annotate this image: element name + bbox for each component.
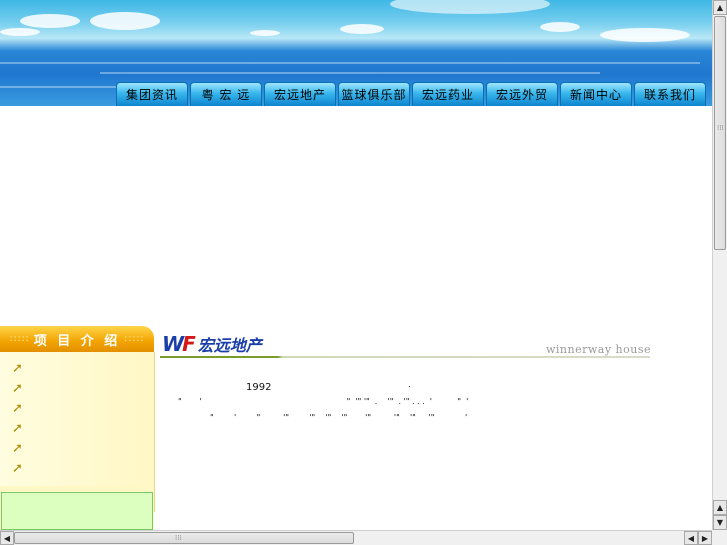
cloud-decoration	[250, 30, 280, 36]
sidebar-title-text: 项 目 介 绍	[33, 333, 121, 349]
scroll-left-icon[interactable]: ◀	[684, 531, 698, 545]
nav-item-real-estate[interactable]: 宏远地产	[264, 82, 336, 106]
section-subtitle: winnerway house	[546, 343, 652, 356]
horizontal-scroll-thumb[interactable]: ⁞⁞⁞	[14, 532, 354, 544]
nav-item-news-center[interactable]: 新闻中心	[560, 82, 632, 106]
nav-item-basketball-club[interactable]: 篮球俱乐部	[338, 82, 410, 106]
scroll-up-icon[interactable]: ▲	[713, 0, 727, 15]
cloud-decoration	[0, 28, 40, 36]
grip-icon: ⁞⁞⁞	[717, 124, 724, 132]
vertical-scrollbar[interactable]: ▲ ⁞⁞⁞ ▲ ▼	[712, 0, 727, 530]
project-sidebar: ➚ ➚ ➚ ➚ ➚ ➚ ::::: 项 目 介 绍 :::::	[0, 326, 155, 530]
arrow-bullet-icon[interactable]: ➚	[12, 381, 26, 396]
nav-item-group-news[interactable]: 集团资讯	[116, 82, 188, 106]
horizontal-scrollbar[interactable]: ◀ ⁞⁞⁞ ◀ ▶	[0, 530, 712, 545]
scrollbar-corner	[712, 530, 727, 545]
nav-item-contact-us[interactable]: 联系我们	[634, 82, 706, 106]
arrow-bullet-icon[interactable]: ➚	[12, 421, 26, 436]
cloud-decoration	[540, 22, 580, 32]
logo-text: 宏远地产	[197, 336, 262, 355]
sidebar-green-box	[1, 492, 153, 530]
header-banner: 集团资讯 粤 宏 远 宏远地产 篮球俱乐部 宏远药业 宏远外贸 新闻中心 联系我…	[0, 0, 712, 106]
nav-item-pharmaceutical[interactable]: 宏远药业	[412, 82, 484, 106]
arrow-bullet-icon[interactable]: ➚	[12, 441, 26, 456]
arrow-bullet-icon[interactable]: ➚	[12, 401, 26, 416]
wave-line	[0, 86, 120, 88]
nav-item-yue-hongyuan[interactable]: 粤 宏 远	[190, 82, 262, 106]
cloud-decoration	[90, 12, 160, 30]
vertical-scroll-thumb[interactable]: ⁞⁞⁞	[714, 16, 726, 250]
scroll-right-icon[interactable]: ▶	[698, 531, 712, 545]
main-navigation: 集团资讯 粤 宏 远 宏远地产 篮球俱乐部 宏远药业 宏远外贸 新闻中心 联系我…	[116, 82, 706, 106]
arrow-bullet-icon[interactable]: ➚	[12, 461, 26, 476]
company-logo: WF 宏远地产	[162, 332, 282, 356]
wave-line	[0, 62, 700, 64]
sidebar-title: ::::: 项 目 介 绍 :::::	[0, 326, 154, 352]
logo-mark-icon: WF	[162, 332, 196, 356]
cloud-decoration	[390, 0, 550, 14]
nav-item-foreign-trade[interactable]: 宏远外贸	[486, 82, 558, 106]
cloud-decoration	[340, 24, 384, 34]
text-fragment: .	[408, 380, 411, 389]
scroll-left-icon[interactable]: ◀	[0, 531, 14, 545]
scroll-down-icon[interactable]: ▼	[713, 515, 727, 530]
cloud-decoration	[20, 14, 80, 28]
wave-line	[100, 72, 600, 74]
arrow-bullet-icon[interactable]: ➚	[12, 361, 26, 376]
cloud-decoration	[600, 28, 690, 42]
title-dots-left: :::::	[9, 334, 30, 344]
grip-icon: ⁞⁞⁞	[175, 534, 182, 542]
title-dots-right: :::::	[124, 334, 145, 344]
text-fragment: " ' " '" '" . '" . '" . . . ' " '	[178, 397, 469, 406]
section-divider	[160, 356, 650, 358]
founding-year: 1992	[246, 382, 272, 393]
scroll-up-icon[interactable]: ▲	[713, 500, 727, 515]
text-fragment: " ' " '" '" '" '" '" '" '" '" '	[210, 413, 468, 422]
